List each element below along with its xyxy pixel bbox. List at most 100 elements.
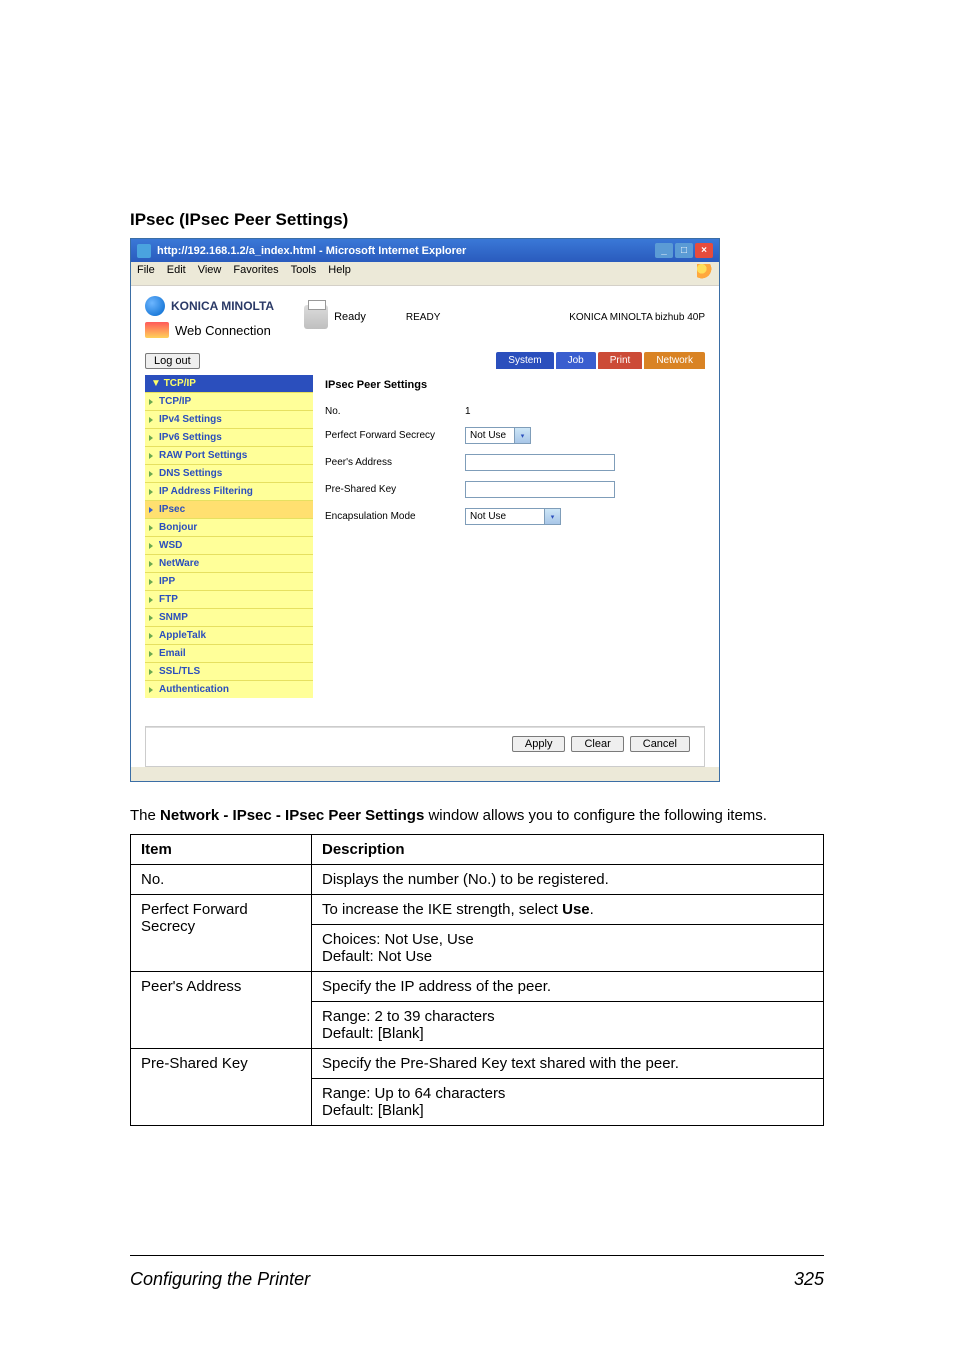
sidebar-item-ipfilter[interactable]: IP Address Filtering — [145, 482, 313, 500]
sidebar-item-ftp[interactable]: FTP — [145, 590, 313, 608]
th-item: Item — [131, 835, 312, 865]
km-brand: KONICA MINOLTA — [145, 296, 274, 316]
value-no: 1 — [465, 406, 705, 417]
window-controls: _ □ × — [655, 243, 713, 258]
cell-desc: Specify the Pre-Shared Key text shared w… — [312, 1049, 824, 1079]
cell-desc: Range: Up to 64 characters Default: [Bla… — [312, 1079, 824, 1126]
sidebar-item-ssltls[interactable]: SSL/TLS — [145, 662, 313, 680]
logout-button[interactable]: Log out — [145, 353, 200, 369]
row-pfs: Perfect Forward Secrecy Not Use ▾ — [325, 422, 705, 449]
sidebar-item-ipp[interactable]: IPP — [145, 572, 313, 590]
tab-job[interactable]: Job — [556, 352, 596, 369]
titlebar: http://192.168.1.2/a_index.html - Micros… — [131, 239, 719, 262]
browser-content: KONICA MINOLTA Web Connection Ready READ… — [131, 286, 719, 767]
content-pane: IPsec Peer Settings No. 1 Perfect Forwar… — [325, 375, 705, 698]
label-no: No. — [325, 406, 465, 417]
label-psk: Pre-Shared Key — [325, 484, 465, 495]
sidebar-item-authentication[interactable]: Authentication — [145, 680, 313, 698]
cell-desc: To increase the IKE strength, select Use… — [312, 895, 824, 925]
menu-view[interactable]: View — [198, 264, 222, 283]
menu-file[interactable]: File — [137, 264, 155, 283]
cell-item: No. — [131, 865, 312, 895]
tab-system[interactable]: System — [496, 352, 553, 369]
description-table: Item Description No. Displays the number… — [130, 834, 824, 1126]
apply-button[interactable]: Apply — [512, 736, 566, 752]
tab-print[interactable]: Print — [598, 352, 643, 369]
brand-block: KONICA MINOLTA Web Connection — [145, 296, 274, 338]
maximize-button[interactable]: □ — [675, 243, 693, 258]
button-row: Apply Clear Cancel — [146, 727, 704, 766]
clear-button[interactable]: Clear — [571, 736, 623, 752]
select-pfs-value: Not Use — [470, 430, 506, 441]
pagescope-logo-icon — [145, 322, 169, 338]
input-pre-shared-key[interactable] — [465, 481, 615, 498]
label-pfs: Perfect Forward Secrecy — [325, 430, 465, 441]
sidebar-item-ipv4[interactable]: IPv4 Settings — [145, 410, 313, 428]
device-name: KONICA MINOLTA bizhub 40P — [569, 312, 705, 323]
row-psk: Pre-Shared Key — [325, 476, 705, 503]
row-encap: Encapsulation Mode Not Use ▾ — [325, 503, 705, 530]
table-row: Perfect Forward Secrecy To increase the … — [131, 895, 824, 925]
cell-desc: Displays the number (No.) to be register… — [312, 865, 824, 895]
select-pfs[interactable]: Not Use ▾ — [465, 427, 531, 444]
sidebar-header[interactable]: TCP/IP — [145, 375, 313, 392]
sidebar-item-tcpip[interactable]: TCP/IP — [145, 392, 313, 410]
titlebar-title: http://192.168.1.2/a_index.html - Micros… — [157, 245, 655, 257]
row-peer: Peer's Address — [325, 449, 705, 476]
tabs-row: Log out System Job Print Network — [131, 352, 719, 375]
document-page: IPsec (IPsec Peer Settings) http://192.1… — [0, 0, 954, 1350]
cell-item: Perfect Forward Secrecy — [131, 895, 312, 972]
sidebar-item-wsd[interactable]: WSD — [145, 536, 313, 554]
menubar: File Edit View Favorites Tools Help — [131, 262, 719, 286]
km-logo-icon — [145, 296, 165, 316]
sidebar: TCP/IP TCP/IP IPv4 Settings IPv6 Setting… — [145, 375, 313, 698]
content-title: IPsec Peer Settings — [325, 379, 705, 391]
ready-status: READY — [406, 312, 440, 323]
table-header-row: Item Description — [131, 835, 824, 865]
cell-desc: Choices: Not Use, Use Default: Not Use — [312, 925, 824, 972]
description-paragraph: The Network - IPsec - IPsec Peer Setting… — [130, 806, 824, 826]
select-encap-value: Not Use — [470, 511, 506, 522]
chevron-down-icon: ▾ — [544, 509, 560, 524]
label-encap: Encapsulation Mode — [325, 511, 465, 522]
table-row: No. Displays the number (No.) to be regi… — [131, 865, 824, 895]
menu-tools[interactable]: Tools — [291, 264, 317, 283]
cell-item: Peer's Address — [131, 972, 312, 1049]
sidebar-item-ipsec[interactable]: IPsec — [145, 500, 313, 518]
table-row: Peer's Address Specify the IP address of… — [131, 972, 824, 1002]
cell-desc: Specify the IP address of the peer. — [312, 972, 824, 1002]
chevron-down-icon: ▾ — [514, 428, 530, 443]
ready-label: Ready — [334, 311, 366, 323]
footer-right: 325 — [794, 1269, 824, 1290]
cell-desc: Range: 2 to 39 characters Default: [Blan… — [312, 1002, 824, 1049]
footer-box: Apply Clear Cancel — [145, 726, 705, 767]
minimize-button[interactable]: _ — [655, 243, 673, 258]
th-description: Description — [312, 835, 824, 865]
tabs: System Job Print Network — [496, 352, 705, 369]
menu-edit[interactable]: Edit — [167, 264, 186, 283]
label-peer: Peer's Address — [325, 457, 465, 468]
footer-left: Configuring the Printer — [130, 1269, 310, 1290]
sidebar-item-netware[interactable]: NetWare — [145, 554, 313, 572]
sidebar-item-ipv6[interactable]: IPv6 Settings — [145, 428, 313, 446]
sidebar-item-appletalk[interactable]: AppleTalk — [145, 626, 313, 644]
menu-favorites[interactable]: Favorites — [233, 264, 278, 283]
browser-window: http://192.168.1.2/a_index.html - Micros… — [130, 238, 720, 782]
cancel-button[interactable]: Cancel — [630, 736, 690, 752]
table-row: Pre-Shared Key Specify the Pre-Shared Ke… — [131, 1049, 824, 1079]
tab-network[interactable]: Network — [644, 352, 705, 369]
ie-icon — [137, 244, 151, 258]
sidebar-item-email[interactable]: Email — [145, 644, 313, 662]
page-title: IPsec (IPsec Peer Settings) — [130, 210, 824, 230]
select-encapsulation-mode[interactable]: Not Use ▾ — [465, 508, 561, 525]
sidebar-item-rawport[interactable]: RAW Port Settings — [145, 446, 313, 464]
input-peer-address[interactable] — [465, 454, 615, 471]
sidebar-item-dns[interactable]: DNS Settings — [145, 464, 313, 482]
km-text: KONICA MINOLTA — [171, 299, 274, 313]
sidebar-item-snmp[interactable]: SNMP — [145, 608, 313, 626]
menu-help[interactable]: Help — [328, 264, 351, 283]
windows-logo — [697, 264, 713, 283]
sidebar-item-bonjour[interactable]: Bonjour — [145, 518, 313, 536]
header-strip: KONICA MINOLTA Web Connection Ready READ… — [131, 286, 719, 352]
close-button[interactable]: × — [695, 243, 713, 258]
